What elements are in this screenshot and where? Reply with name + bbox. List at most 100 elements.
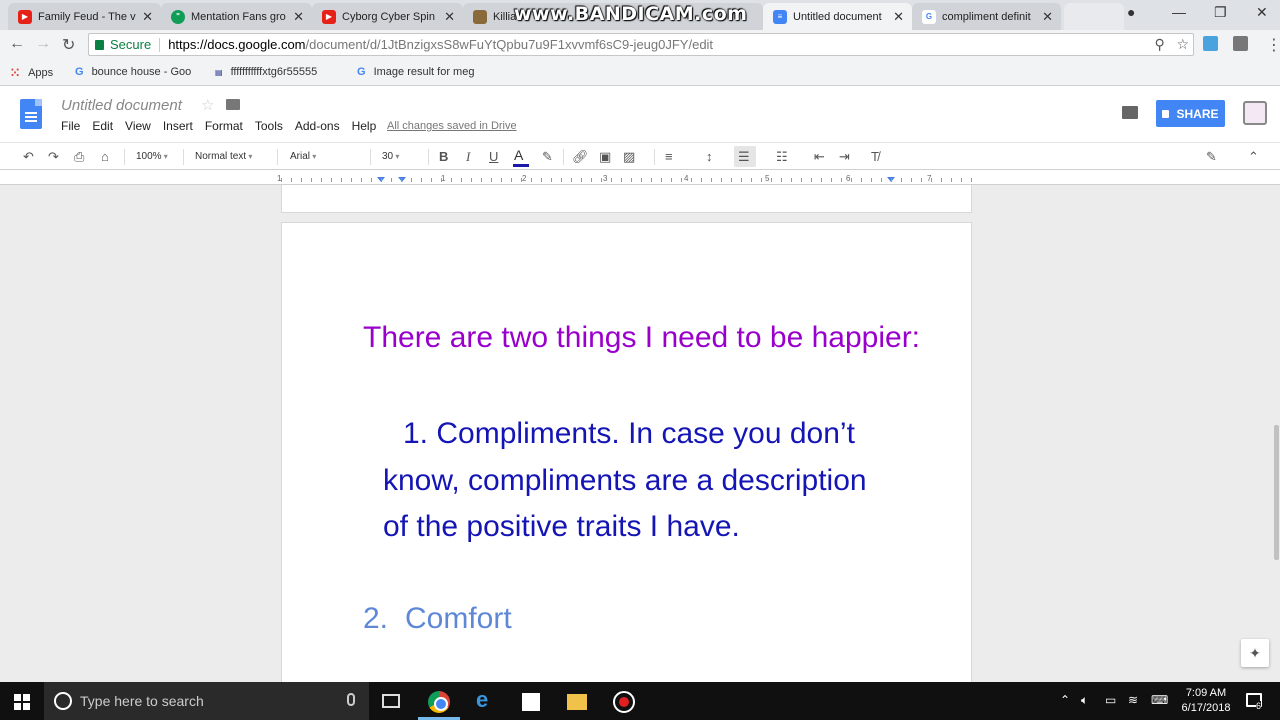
underline-icon[interactable]: U: [489, 149, 498, 164]
forward-icon[interactable]: →: [35, 35, 51, 53]
share-button[interactable]: SHARE: [1156, 100, 1225, 127]
redo-icon[interactable]: ↷: [48, 149, 59, 165]
battery-icon[interactable]: ▭: [1105, 693, 1116, 707]
browser-tab[interactable]: G compliment definit ✕: [912, 3, 1061, 30]
edge-icon[interactable]: e: [476, 687, 498, 712]
chrome-menu-icon[interactable]: ⋮: [1266, 35, 1280, 55]
bulleted-list-icon[interactable]: ☷: [776, 149, 788, 165]
profile-icon[interactable]: ●: [1127, 4, 1135, 20]
paint-format-icon[interactable]: ⌂: [101, 149, 109, 164]
wifi-icon[interactable]: ≋: [1128, 693, 1138, 707]
close-tab-icon[interactable]: ✕: [142, 9, 153, 25]
image-insert-icon[interactable]: ▨: [623, 149, 635, 165]
ruler-tick: [891, 178, 892, 182]
menu-edit[interactable]: Edit: [92, 119, 113, 133]
docs-logo-icon[interactable]: [20, 99, 42, 129]
folder-icon[interactable]: [226, 99, 240, 110]
menu-tools[interactable]: Tools: [255, 119, 283, 133]
keyboard-icon[interactable]: ⌨: [1151, 693, 1168, 707]
undo-icon[interactable]: ↶: [23, 149, 34, 165]
ruler-tick: [751, 178, 752, 182]
browser-tab[interactable]: " Mentation Fans gro ✕: [161, 3, 312, 30]
link-icon[interactable]: 🔗︎: [572, 149, 589, 165]
clear-formatting-icon[interactable]: T̸: [871, 149, 879, 164]
star-icon[interactable]: ☆: [201, 96, 214, 114]
close-tab-icon[interactable]: ✕: [1042, 9, 1053, 25]
ruler-tick: [541, 178, 542, 182]
taskbar-clock[interactable]: 7:09 AM 6/17/2018: [1176, 686, 1236, 716]
close-tab-icon[interactable]: ✕: [444, 9, 455, 25]
new-tab-button[interactable]: [1064, 3, 1124, 30]
close-tab-icon[interactable]: ✕: [293, 9, 304, 25]
italic-icon[interactable]: I: [466, 149, 470, 165]
editing-mode-icon[interactable]: ✎: [1206, 149, 1217, 165]
chrome-icon[interactable]: [428, 691, 450, 713]
style-select[interactable]: Normal text: [195, 151, 252, 162]
menu-view[interactable]: View: [125, 119, 151, 133]
zoom-search-icon[interactable]: ⚲: [1155, 36, 1165, 52]
volume-icon[interactable]: 🔈︎: [1081, 693, 1088, 708]
align-left-icon[interactable]: ≡: [665, 149, 673, 164]
minimize-icon[interactable]: —: [1172, 4, 1186, 20]
comments-icon[interactable]: [1122, 106, 1138, 119]
reload-icon[interactable]: ↻: [62, 35, 75, 55]
menu-file[interactable]: File: [61, 119, 80, 133]
browser-tab-active[interactable]: ≡ Untitled document ✕: [763, 3, 912, 30]
print-icon[interactable]: ⎙: [74, 149, 84, 165]
save-status[interactable]: All changes saved in Drive: [387, 120, 517, 132]
microphone-icon[interactable]: [347, 693, 355, 706]
bookmark-star-icon[interactable]: ☆: [1176, 36, 1189, 52]
bold-icon[interactable]: B: [439, 149, 448, 164]
hangouts-icon: ": [171, 9, 185, 24]
document-page[interactable]: There are two things I need to be happie…: [281, 222, 972, 682]
bookmark-item[interactable]: G bounce house - Goo: [75, 66, 191, 78]
bookmark-item[interactable]: ▤ fffffffffffxtg6r55555: [215, 66, 317, 78]
bookmark-item[interactable]: G Image result for meg: [357, 66, 474, 78]
font-size-select[interactable]: 30: [382, 151, 399, 162]
avatar[interactable]: [1243, 101, 1267, 125]
menu-help[interactable]: Help: [352, 119, 377, 133]
browser-tab[interactable]: ▶ Family Feud - The v ✕: [8, 3, 161, 30]
decrease-indent-icon[interactable]: ⇤: [814, 149, 825, 165]
back-icon[interactable]: ←: [9, 35, 25, 53]
secure-indicator[interactable]: Secure: [95, 37, 151, 52]
ruler-tick: [691, 178, 692, 182]
menu-format[interactable]: Format: [205, 119, 243, 133]
comment-add-icon[interactable]: ▣: [599, 149, 611, 165]
close-window-icon[interactable]: ✕: [1256, 4, 1268, 21]
ruler-tick: [871, 178, 872, 182]
line-spacing-icon[interactable]: ↕: [706, 149, 713, 164]
file-explorer-icon[interactable]: [567, 694, 587, 710]
show-hidden-icons-icon[interactable]: ⌃: [1060, 693, 1070, 707]
ruler-tick: [971, 178, 972, 182]
browser-tab[interactable]: ▶ Cyborg Cyber Spin ✕: [312, 3, 463, 30]
highlight-icon[interactable]: ✎: [542, 149, 553, 165]
menu-addons[interactable]: Add-ons: [295, 119, 340, 133]
vertical-scrollbar[interactable]: [1274, 425, 1279, 560]
first-line-indent-marker[interactable]: [398, 177, 406, 182]
restore-icon[interactable]: ❐: [1214, 4, 1227, 21]
zoom-select[interactable]: 100%: [136, 151, 168, 162]
explore-icon[interactable]: ✦: [1241, 639, 1269, 667]
collapse-icon[interactable]: ⌃: [1248, 149, 1259, 165]
extension-icon[interactable]: [1233, 36, 1248, 51]
ruler-tick: [501, 178, 502, 182]
font-select[interactable]: Arial: [290, 151, 358, 162]
list-item: 1. Compliments. In case you don’t know, …: [383, 411, 883, 551]
toolbar-divider: [654, 149, 655, 165]
bookmark-apps[interactable]: ⁙ Apps: [10, 66, 53, 80]
extension-icon[interactable]: [1203, 36, 1218, 51]
document-title[interactable]: Untitled document: [61, 97, 182, 114]
task-view-icon[interactable]: [382, 694, 400, 708]
windows-start-icon[interactable]: [14, 694, 30, 710]
ruler-tick: [341, 178, 342, 182]
bandicam-record-icon[interactable]: [613, 691, 635, 713]
numbered-list-icon[interactable]: ☰: [738, 149, 750, 165]
taskbar-search-input[interactable]: Type here to search: [44, 682, 369, 720]
url-input[interactable]: Secure https://docs.google.com/document/…: [88, 33, 1194, 56]
store-icon[interactable]: [522, 693, 540, 711]
close-tab-icon[interactable]: ✕: [893, 9, 904, 25]
menu-insert[interactable]: Insert: [163, 119, 193, 133]
increase-indent-icon[interactable]: ⇥: [839, 149, 850, 165]
text-color-icon[interactable]: A: [513, 147, 529, 167]
